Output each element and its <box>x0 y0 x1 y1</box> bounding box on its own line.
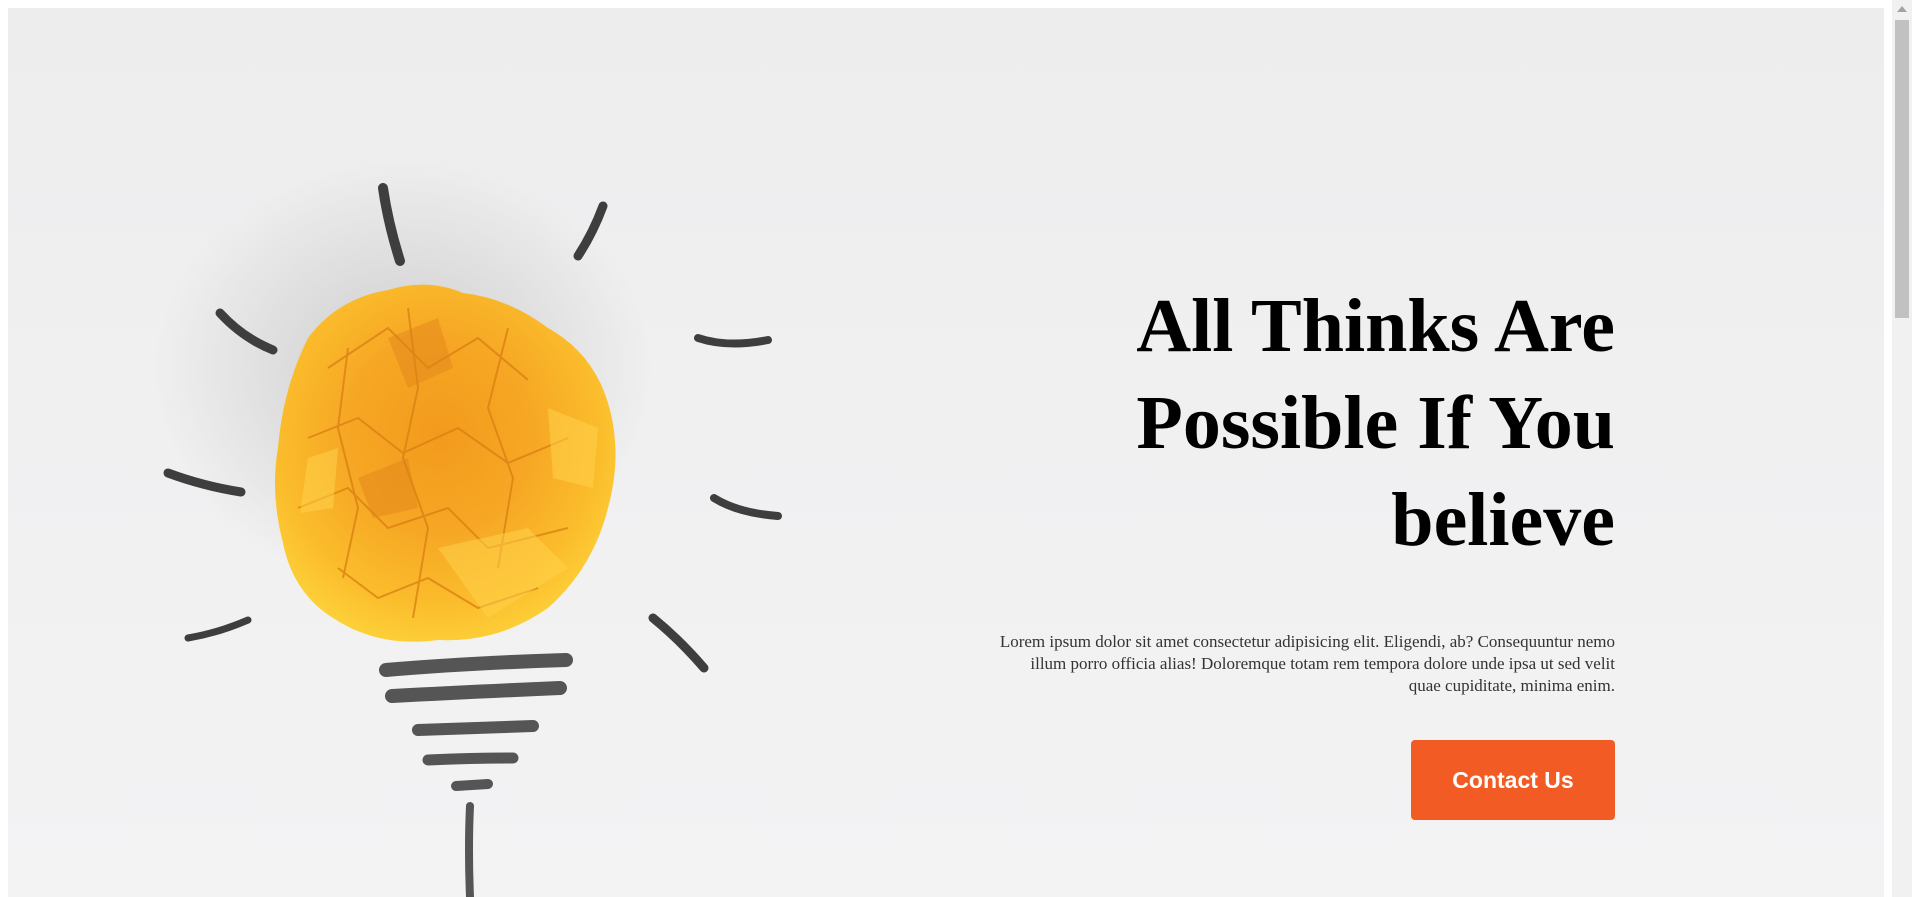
scrollbar-thumb[interactable] <box>1895 20 1909 318</box>
hero-title: All Thinks Are Possible If You believe <box>1136 284 1615 562</box>
hero-section: All Thinks Are Possible If You believe L… <box>8 8 1884 897</box>
hero-content: All Thinks Are Possible If You believe L… <box>998 278 1615 820</box>
lightbulb-illustration <box>8 8 908 897</box>
vertical-scrollbar[interactable] <box>1892 0 1912 897</box>
hero-description: Lorem ipsum dolor sit amet consectetur a… <box>999 632 1615 695</box>
contact-us-button[interactable]: Contact Us <box>1411 740 1615 820</box>
scroll-up-arrow-icon[interactable] <box>1892 0 1912 18</box>
page: All Thinks Are Possible If You believe L… <box>0 0 1912 897</box>
